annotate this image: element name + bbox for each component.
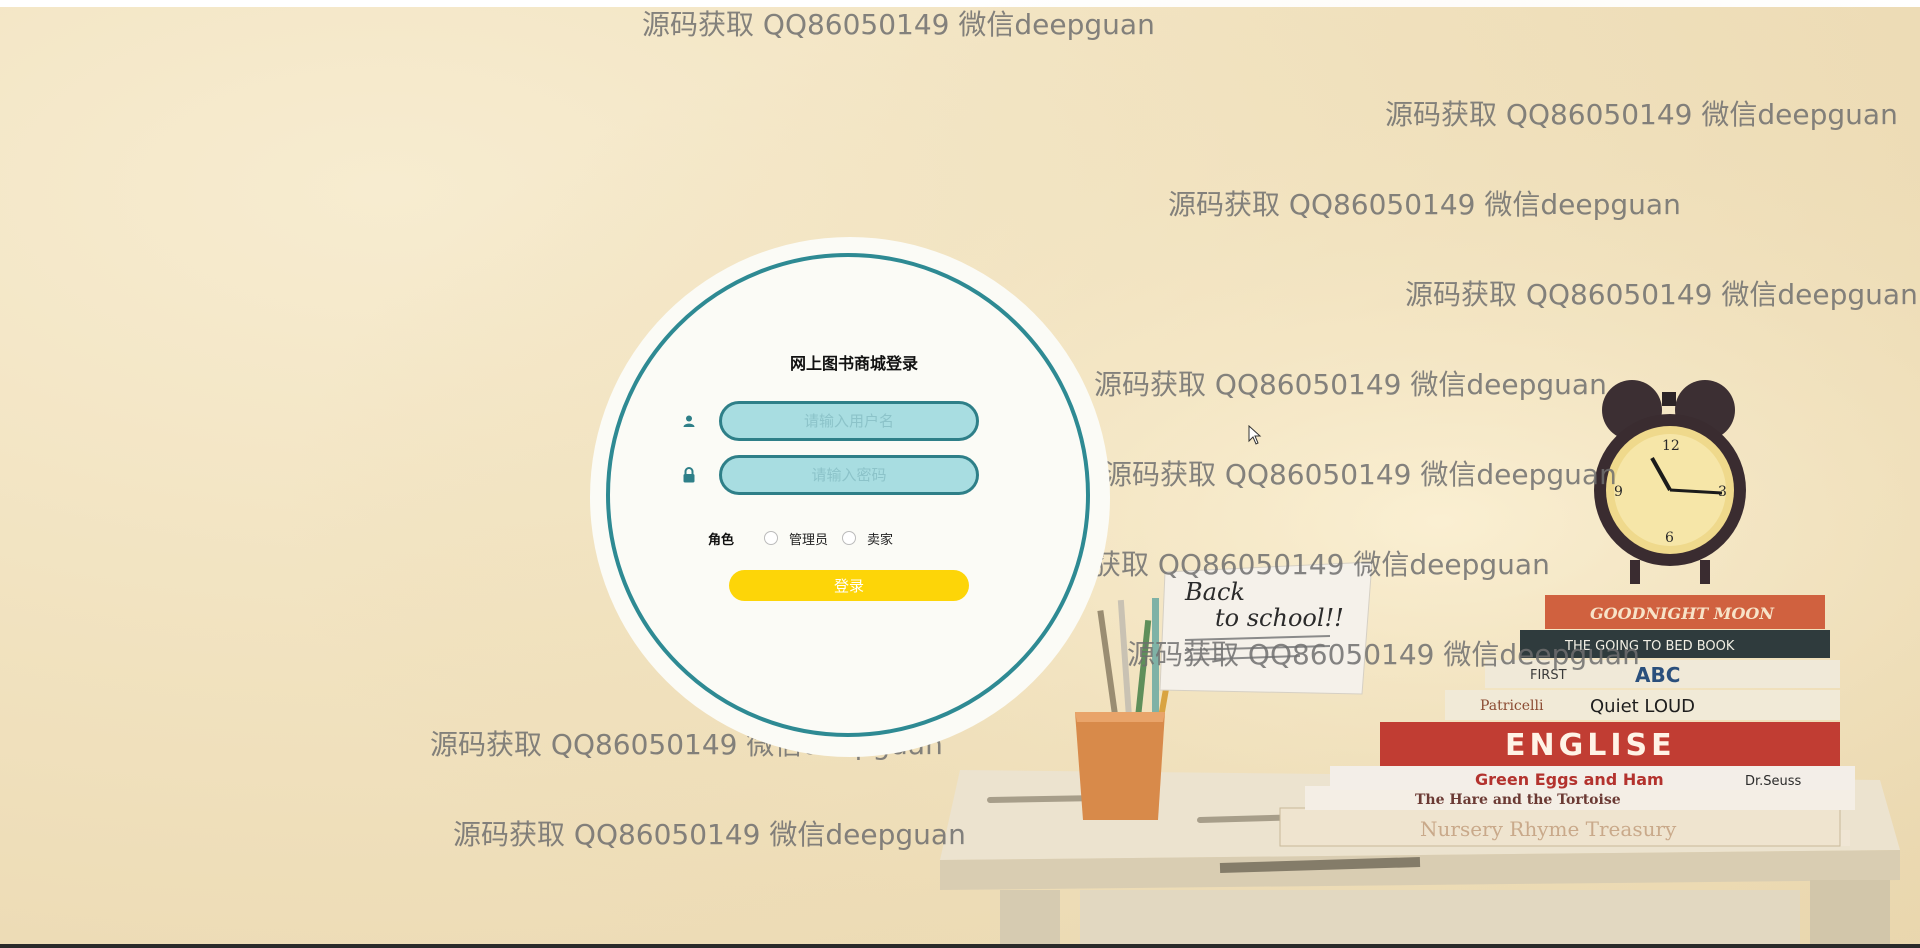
role-option-admin-label: 管理员 [789, 533, 829, 548]
watermark: 源码获取 QQ86050149 微信deepguan [1385, 98, 1898, 131]
page-background: Back to school!! Nursery Rhyme Treasury … [0, 0, 1920, 948]
book-title: Nursery Rhyme Treasury [1420, 817, 1677, 841]
login-button[interactable]: 登录 [729, 570, 969, 601]
svg-text:6: 6 [1665, 530, 1674, 546]
book-title: ABC [1635, 663, 1680, 687]
watermark: 源码获取 QQ86050149 微信deepguan [453, 818, 966, 851]
role-radio-admin[interactable] [764, 531, 778, 545]
watermark: 源码获取 QQ86050149 微信deepguan [1168, 188, 1681, 221]
password-input[interactable] [719, 455, 979, 495]
svg-text:12: 12 [1662, 438, 1680, 454]
watermark: 源码获取 QQ86050149 微信deepguan [1037, 548, 1550, 581]
book-title: Quiet LOUD [1590, 696, 1695, 717]
book-title: ENGLISE [1505, 728, 1676, 763]
login-panel [606, 253, 1090, 737]
book-title: Patricelli [1480, 698, 1544, 714]
note-line2: to school!! [1215, 604, 1344, 632]
username-input[interactable] [719, 401, 979, 441]
book-title: The Hare and the Tortoise [1415, 792, 1621, 808]
watermark: 源码获取 QQ86050149 微信deepguan [1127, 638, 1640, 671]
role-option-seller-label: 卖家 [867, 533, 894, 548]
watermark: 源码获取 QQ86050149 微信deepguan [1094, 368, 1607, 401]
watermark: 源码获取 QQ86050149 微信deepguan [642, 8, 1155, 41]
role-radio-seller[interactable] [842, 531, 856, 545]
watermark: 源码获取 QQ86050149 微信deepguan [1104, 458, 1617, 491]
bottom-edge [0, 944, 1920, 948]
book-title: GOODNIGHT MOON [1590, 604, 1775, 623]
lock-icon [680, 466, 698, 484]
book-title: Dr.Seuss [1745, 774, 1802, 789]
login-title: 网上图书商城登录 [789, 354, 918, 373]
user-icon [680, 412, 698, 430]
book-title: Green Eggs and Ham [1475, 770, 1664, 789]
cursor-icon [1248, 425, 1262, 445]
watermark: 源码获取 QQ86050149 微信deepguan [1405, 278, 1918, 311]
role-label: 角色 [708, 533, 735, 548]
